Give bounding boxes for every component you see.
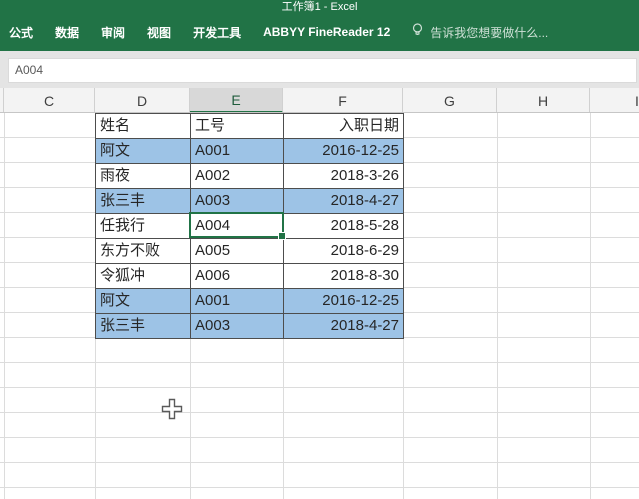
ribbon-tab-开发工具[interactable]: 开发工具 <box>193 24 241 41</box>
cell[interactable]: A002 <box>191 164 284 189</box>
ribbon-tab-数据[interactable]: 数据 <box>55 24 79 41</box>
cell[interactable]: 令狐冲 <box>96 264 191 289</box>
ribbon-tab-公式[interactable]: 公式 <box>9 24 33 41</box>
cell[interactable]: 2016-12-25 <box>284 139 404 164</box>
lightbulb-icon <box>412 23 423 41</box>
table-row-3: 任我行 A004 2018-5-28 <box>96 214 404 239</box>
cell-cursor-icon <box>161 398 183 425</box>
cell[interactable]: 2018-4-27 <box>284 189 404 214</box>
column-header-D[interactable]: D <box>95 88 190 112</box>
table-row-7: 张三丰 A003 2018-4-27 <box>96 314 404 339</box>
cell[interactable]: 张三丰 <box>96 314 191 339</box>
cell[interactable]: A006 <box>191 264 284 289</box>
cell[interactable]: 入职日期 <box>284 114 404 139</box>
column-header-C[interactable]: C <box>4 88 95 112</box>
sheet-grid[interactable]: 姓名 工号 入职日期 阿文 A001 2016-12-25 雨夜 A002 2018-3-26 张… <box>0 113 639 499</box>
cell[interactable]: 阿文 <box>96 139 191 164</box>
formula-bar-input[interactable]: A004 <box>8 58 637 83</box>
tell-me-box[interactable]: 告诉我您想要做什么... <box>412 23 548 41</box>
column-header-E[interactable]: E <box>190 88 283 112</box>
cell[interactable]: 工号 <box>191 114 284 139</box>
data-table: 姓名 工号 入职日期 阿文 A001 2016-12-25 雨夜 A002 2018-3-26 张… <box>95 113 404 339</box>
ribbon-tab-视图[interactable]: 视图 <box>147 24 171 41</box>
ribbon-tabs: 公式 数据 审阅 视图 开发工具 ABBYY FineReader 12 告诉我您想要做什… <box>0 13 639 51</box>
table-row-1: 雨夜 A002 2018-3-26 <box>96 164 404 189</box>
cell[interactable]: 张三丰 <box>96 189 191 214</box>
ribbon-tab-ABBYY FineReader 12[interactable]: ABBYY FineReader 12 <box>263 25 390 39</box>
cell[interactable]: A001 <box>191 289 284 314</box>
table-row-0: 阿文 A001 2016-12-25 <box>96 139 404 164</box>
fill-handle[interactable] <box>278 232 286 240</box>
cell[interactable]: 2016-12-25 <box>284 289 404 314</box>
cell[interactable]: 2018-5-28 <box>284 214 404 239</box>
cell[interactable]: A003 <box>191 189 284 214</box>
cell[interactable]: 2018-3-26 <box>284 164 404 189</box>
cell[interactable]: 2018-6-29 <box>284 239 404 264</box>
column-header-G[interactable]: G <box>403 88 497 112</box>
cell[interactable]: 2018-4-27 <box>284 314 404 339</box>
cell[interactable]: A005 <box>191 239 284 264</box>
tell-me-label: 告诉我您想要做什么... <box>430 25 549 40</box>
column-header-row: CDEFGHI <box>0 88 639 113</box>
cell[interactable]: 东方不败 <box>96 239 191 264</box>
column-header-H[interactable]: H <box>497 88 590 112</box>
cell[interactable]: A001 <box>191 139 284 164</box>
formula-bar-strip: A004 <box>0 51 639 88</box>
cell[interactable]: 2018-8-30 <box>284 264 404 289</box>
column-header-I[interactable]: I <box>590 88 639 112</box>
cell[interactable]: A004 <box>191 214 284 239</box>
column-header-F[interactable]: F <box>283 88 403 112</box>
table-row-2: 张三丰 A003 2018-4-27 <box>96 189 404 214</box>
cell[interactable]: 雨夜 <box>96 164 191 189</box>
ribbon-tab-审阅[interactable]: 审阅 <box>101 24 125 41</box>
cell[interactable]: A003 <box>191 314 284 339</box>
table-row-header: 姓名 工号 入职日期 <box>96 114 404 139</box>
window-title: 工作簿1 - Excel <box>0 0 639 13</box>
cell[interactable]: 姓名 <box>96 114 191 139</box>
table-row-4: 东方不败 A005 2018-6-29 <box>96 239 404 264</box>
cell[interactable]: 阿文 <box>96 289 191 314</box>
table-row-5: 令狐冲 A006 2018-8-30 <box>96 264 404 289</box>
cell[interactable]: 任我行 <box>96 214 191 239</box>
table-row-6: 阿文 A001 2016-12-25 <box>96 289 404 314</box>
